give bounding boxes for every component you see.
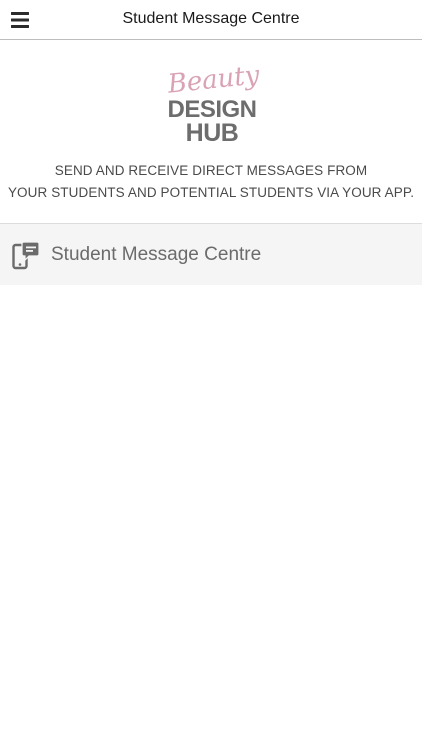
- hamburger-menu-icon: [11, 12, 29, 28]
- page-description: SEND AND RECEIVE DIRECT MESSAGES FROM YO…: [0, 160, 422, 204]
- list-item-student-message-centre[interactable]: Student Message Centre: [0, 224, 422, 285]
- logo-hub-text: HUB: [186, 119, 239, 147]
- description-line-2: YOUR STUDENTS AND POTENTIAL STUDENTS VIA…: [7, 185, 415, 200]
- logo-script-text: Beauty: [165, 60, 261, 100]
- app-screen: Student Message Centre Beauty DESIGN HUB…: [0, 0, 422, 750]
- list-item-label: Student Message Centre: [51, 244, 262, 265]
- menu-button[interactable]: [8, 8, 32, 32]
- brand-logo: Beauty DESIGN HUB: [160, 60, 264, 147]
- app-header: Student Message Centre: [0, 0, 422, 40]
- phone-chat-icon: [12, 240, 40, 270]
- description-line-1: SEND AND RECEIVE DIRECT MESSAGES FROM: [54, 163, 368, 178]
- page-title: Student Message Centre: [122, 10, 300, 27]
